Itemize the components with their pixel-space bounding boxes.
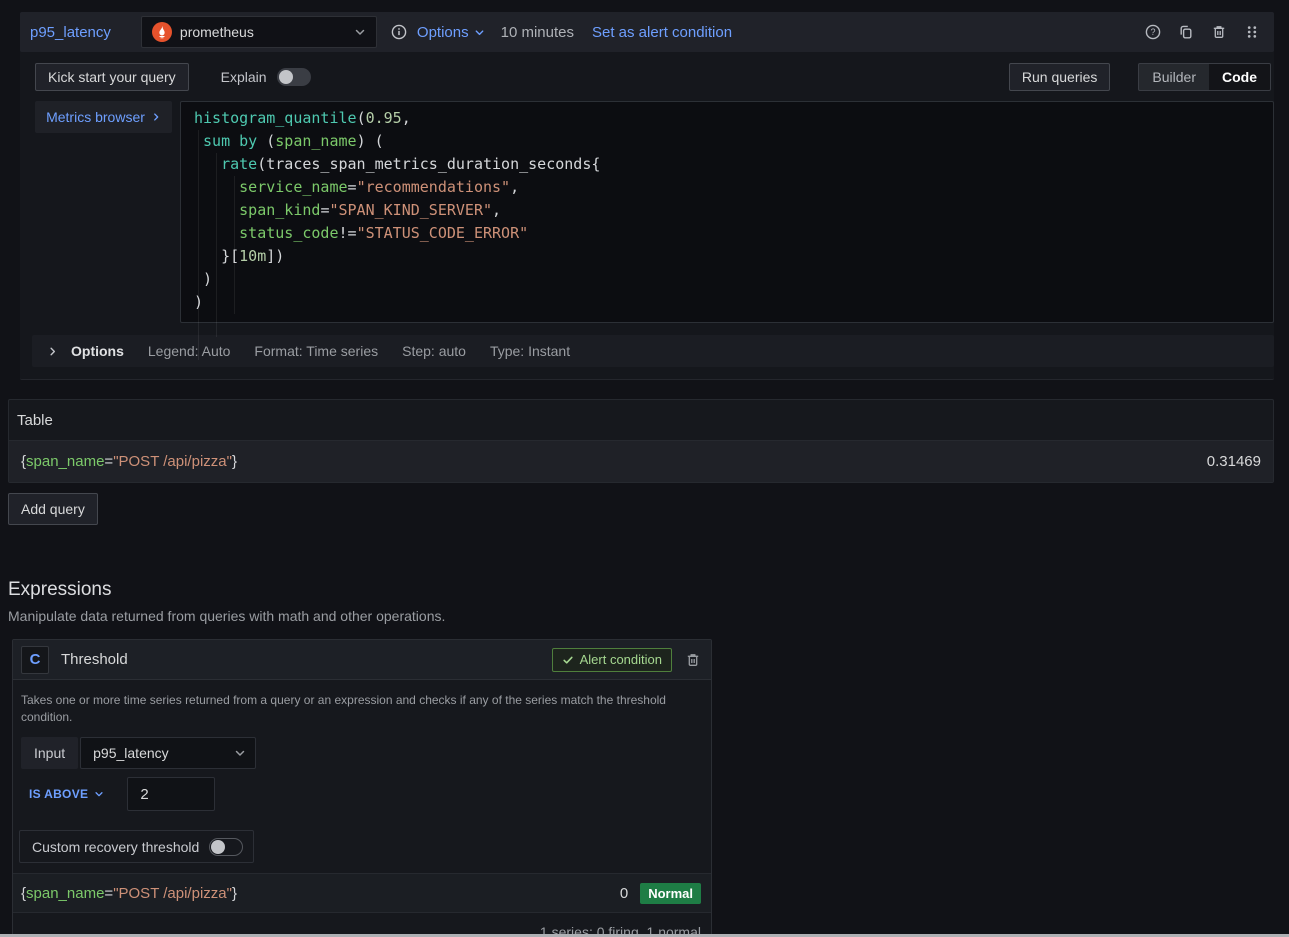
indent-guide [216, 153, 217, 337]
help-icon[interactable]: ? [1145, 24, 1161, 40]
expression-type-title: Threshold [61, 651, 128, 668]
metrics-browser-button[interactable]: Metrics browser [35, 101, 172, 133]
threshold-card-header: C Threshold Alert condition [13, 640, 711, 680]
time-range-label: 10 minutes [501, 24, 574, 41]
mode-code-option[interactable]: Code [1209, 64, 1270, 90]
state-badge: Normal [640, 883, 701, 904]
query-options-row[interactable]: Options Legend: Auto Format: Time series… [32, 335, 1274, 367]
option-step: Step: auto [402, 343, 466, 359]
table-panel-title: Table [9, 400, 1273, 441]
prometheus-icon [152, 22, 172, 42]
query-options-dropdown[interactable]: Options [417, 24, 485, 41]
options-row-title: Options [71, 343, 124, 359]
datasource-picker[interactable]: prometheus [141, 16, 377, 48]
toggle-knob [211, 840, 225, 854]
toggle-knob [279, 70, 293, 84]
chevron-down-icon [234, 747, 246, 759]
option-format: Format: Time series [254, 343, 378, 359]
table-row-value: 0.31469 [1207, 453, 1261, 470]
option-legend: Legend: Auto [148, 343, 231, 359]
alert-condition-badge[interactable]: Alert condition [552, 648, 672, 672]
query-toolbar: Kick start your query Explain Run querie… [35, 63, 1271, 91]
indent-guide [198, 130, 199, 360]
copy-icon[interactable] [1178, 24, 1194, 40]
editor-mode-group: Builder Code [1138, 63, 1271, 91]
input-query-select[interactable]: p95_latency [80, 737, 256, 769]
datasource-name: prometheus [180, 24, 254, 40]
chevron-down-icon [474, 27, 485, 38]
recovery-threshold-toggle[interactable] [209, 838, 243, 856]
info-icon [391, 24, 407, 40]
add-query-button[interactable]: Add query [8, 493, 98, 525]
option-type: Type: Instant [490, 343, 570, 359]
query-card: p95_latency prometheus Options 10 mi [20, 12, 1274, 380]
query-options-label: Options [417, 24, 469, 41]
metric-label-tokens: {span_name="POST /api/pizza"} [21, 453, 237, 470]
query-header-actions: ? [1145, 24, 1260, 40]
promql-code: histogram_quantile(0.95, sum by (span_na… [194, 107, 1273, 314]
expressions-subtitle: Manipulate data returned from queries wi… [8, 608, 1289, 624]
threshold-expression-card: C Threshold Alert condition Takes one or… [12, 639, 712, 937]
chevron-down-icon [354, 26, 366, 38]
chevron-right-icon [151, 112, 161, 122]
metrics-browser-label: Metrics browser [46, 109, 145, 125]
svg-text:?: ? [1150, 27, 1155, 37]
condition-label: IS ABOVE [29, 787, 88, 801]
condition-select[interactable]: IS ABOVE [29, 787, 104, 801]
query-editor-area: Metrics browser histogram_quantile(0.95,… [35, 101, 1274, 323]
recovery-threshold-label: Custom recovery threshold [32, 839, 199, 855]
indent-guide [234, 176, 235, 314]
custom-recovery-threshold: Custom recovery threshold [19, 830, 254, 863]
result-value: 0 [620, 885, 628, 902]
input-label: Input [21, 737, 78, 769]
expressions-title: Expressions [8, 579, 1289, 601]
run-queries-button[interactable]: Run queries [1009, 63, 1111, 91]
promql-code-editor[interactable]: histogram_quantile(0.95, sum by (span_na… [180, 101, 1274, 323]
threshold-condition-row: IS ABOVE 2 [29, 777, 711, 811]
chevron-right-icon [47, 346, 58, 357]
metric-label-tokens: {span_name="POST /api/pizza"} [21, 885, 237, 902]
input-query-value: p95_latency [93, 745, 169, 761]
check-icon [562, 654, 574, 666]
alert-condition-label: Alert condition [580, 652, 662, 667]
query-name-link[interactable]: p95_latency [30, 24, 111, 41]
expression-ref-badge[interactable]: C [21, 646, 49, 674]
trash-icon[interactable] [1211, 24, 1227, 40]
grafana-alert-query-editor: p95_latency prometheus Options 10 mi [0, 0, 1289, 937]
explain-toggle[interactable] [277, 68, 311, 86]
explain-label: Explain [221, 69, 267, 85]
set-alert-condition-link[interactable]: Set as alert condition [592, 24, 732, 41]
threshold-value-input[interactable]: 2 [127, 777, 215, 811]
table-row[interactable]: {span_name="POST /api/pizza"} 0.31469 [9, 441, 1273, 482]
table-panel: Table {span_name="POST /api/pizza"} 0.31… [8, 399, 1274, 483]
threshold-input-row: Input p95_latency [21, 737, 711, 769]
threshold-description: Takes one or more time series returned f… [21, 692, 676, 726]
query-header-bar: p95_latency prometheus Options 10 mi [20, 12, 1274, 52]
trash-icon[interactable] [685, 652, 701, 668]
kick-start-query-button[interactable]: Kick start your query [35, 63, 189, 91]
threshold-result-row[interactable]: {span_name="POST /api/pizza"} 0 Normal [13, 873, 711, 913]
chevron-down-icon [94, 789, 104, 799]
mode-builder-option[interactable]: Builder [1139, 64, 1209, 90]
drag-handle-icon[interactable] [1244, 24, 1260, 40]
expressions-section: Expressions Manipulate data returned fro… [8, 579, 1289, 937]
